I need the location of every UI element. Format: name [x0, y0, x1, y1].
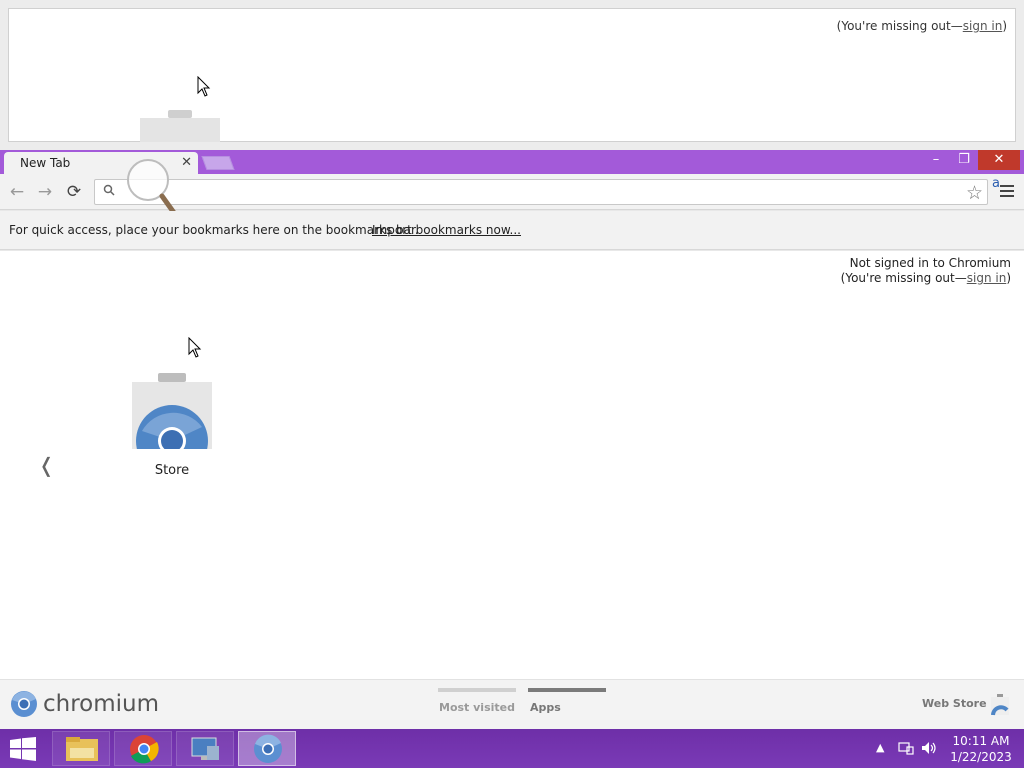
reload-button[interactable]: ⟳ [64, 182, 84, 202]
tab-title: New Tab [20, 156, 71, 170]
mouse-cursor-icon [188, 337, 202, 358]
signin-notice: Not signed in to Chromium (You're missin… [841, 256, 1011, 286]
windows-taskbar: ▲ 10:11 AM 1/22/2023 [0, 729, 1024, 768]
windows-start-icon[interactable] [8, 737, 38, 761]
background-sign-in-link[interactable]: sign in [963, 19, 1003, 33]
pager-label: Most visited [439, 701, 515, 714]
taskbar-remote-app[interactable] [176, 731, 234, 766]
network-icon[interactable] [898, 741, 914, 755]
previous-page-arrow[interactable]: ❬ [38, 453, 55, 477]
taskbar-file-explorer[interactable] [52, 731, 110, 766]
store-app-tile[interactable]: Store [130, 371, 214, 481]
chrome-icon [130, 735, 159, 764]
restore-button[interactable]: ❐ [950, 150, 978, 170]
ntp-footer: chromium Most visited Apps Web Store [0, 679, 1024, 729]
tray-overflow-icon[interactable]: ▲ [876, 741, 884, 754]
taskbar-clock[interactable]: 10:11 AM 1/22/2023 [948, 733, 1014, 765]
mouse-cursor-icon [197, 76, 211, 97]
taskbar-chrome[interactable] [114, 731, 172, 766]
volume-icon[interactable] [921, 741, 937, 755]
store-bag-icon [140, 110, 220, 142]
chromium-brand-text: chromium [43, 691, 160, 717]
web-store-link[interactable]: Web Store [922, 697, 987, 710]
forward-button[interactable]: → [35, 182, 55, 202]
clock-time: 10:11 AM [952, 734, 1010, 748]
bookmark-star-icon[interactable]: ☆ [966, 182, 983, 204]
web-store-icon[interactable] [990, 694, 1010, 716]
omnibox[interactable]: ☆ [94, 179, 988, 205]
chromium-logo-icon [11, 691, 37, 717]
pager-bar [438, 688, 516, 692]
search-icon [103, 184, 115, 196]
bookmarks-bar: For quick access, place your bookmarks h… [0, 211, 1024, 250]
new-tab-page: Not signed in to Chromium (You're missin… [0, 251, 1024, 679]
chromium-icon [254, 734, 282, 763]
folder-icon [66, 737, 98, 761]
pager-bar [528, 688, 606, 692]
pager-label: Apps [530, 701, 561, 714]
missing-out-text: (You're missing out— [840, 271, 967, 285]
new-tab-button[interactable] [201, 156, 235, 170]
taskbar-chromium[interactable] [238, 731, 296, 766]
extension-icon[interactable]: a [992, 176, 1000, 191]
chrome-menu-icon[interactable] [1000, 185, 1014, 197]
store-app-label: Store [154, 463, 190, 478]
background-close-paren: ) [1002, 19, 1007, 33]
clock-date: 1/22/2023 [950, 750, 1012, 764]
sign-in-link[interactable]: sign in [967, 271, 1007, 285]
pager-most-visited[interactable]: Most visited [438, 688, 516, 714]
close-window-button[interactable]: ✕ [978, 150, 1020, 170]
import-bookmarks-link[interactable]: Import bookmarks now... [372, 223, 521, 237]
background-missing-out-text: (You're missing out— [836, 19, 963, 33]
pager-apps[interactable]: Apps [528, 688, 606, 714]
background-signin-notice: (You're missing out—sign in) [837, 19, 1007, 33]
monitor-icon [191, 737, 219, 760]
bookmarks-prompt: For quick access, place your bookmarks h… [9, 223, 419, 237]
minimize-button[interactable]: – [922, 150, 950, 170]
web-store-app-icon [132, 373, 212, 449]
background-window: (You're missing out—sign in) [0, 0, 1024, 150]
signin-line: (You're missing out—sign in) [841, 271, 1011, 286]
signin-status: Not signed in to Chromium [849, 256, 1011, 270]
close-paren: ) [1006, 271, 1011, 285]
back-button[interactable]: ← [7, 182, 27, 202]
